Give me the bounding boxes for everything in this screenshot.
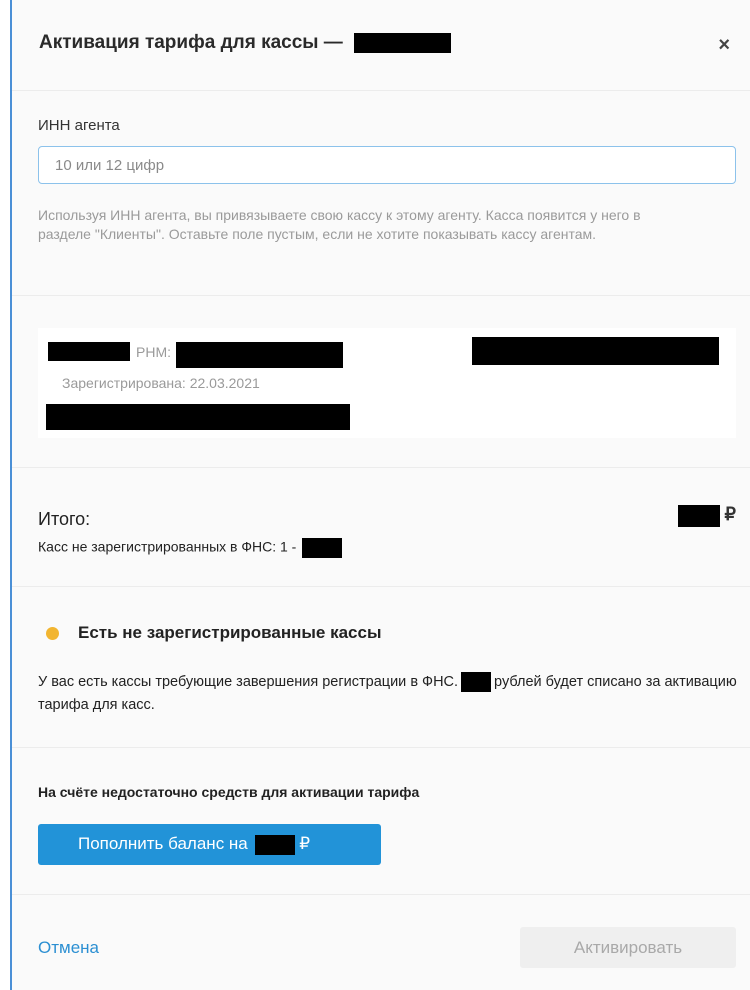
balance-section xyxy=(12,748,750,895)
insufficient-funds-notice: На счёте недостаточно средств для актива… xyxy=(38,784,420,800)
total-amount: ₽ xyxy=(678,504,736,527)
redacted-device-address xyxy=(46,404,350,430)
modal-title: Активация тарифа для кассы — xyxy=(39,32,452,54)
cancel-link[interactable]: Отмена xyxy=(38,938,99,958)
redacted-device-info xyxy=(472,337,719,365)
topup-ruble-sign: ₽ xyxy=(299,834,311,854)
redacted-charge-amount xyxy=(461,672,492,693)
agent-inn-label: ИНН агента xyxy=(38,117,120,134)
agent-section xyxy=(12,90,750,296)
topup-label: Пополнить баланс на xyxy=(78,834,248,854)
redacted-unregistered-amount xyxy=(302,538,343,558)
redacted-total-value xyxy=(678,504,721,527)
agent-inn-input[interactable] xyxy=(38,146,736,184)
warning-section xyxy=(12,587,750,748)
agent-inn-hint: Используя ИНН агента, вы привязываете св… xyxy=(38,207,641,242)
close-icon[interactable]: × xyxy=(718,34,730,57)
redacted-rnm-value xyxy=(176,342,343,368)
modal-title-text: Активация тарифа для кассы — xyxy=(39,32,343,53)
ruble-sign: ₽ xyxy=(724,504,736,524)
warning-title: Есть не зарегистрированные кассы xyxy=(78,623,382,642)
activate-button[interactable]: Активировать xyxy=(520,927,736,968)
warning-dot-icon xyxy=(46,627,59,640)
total-section xyxy=(12,468,750,587)
rnm-label: РНМ: xyxy=(136,344,171,360)
modal-header: Активация тарифа для кассы — × xyxy=(12,0,750,91)
total-label: Итого: xyxy=(38,509,91,529)
device-card: РНМ: Зарегистрирована: 22.03.2021 xyxy=(38,328,736,438)
redacted-topup-amount xyxy=(254,834,295,855)
redacted-device-model xyxy=(48,342,130,361)
unregistered-count: Касс не зарегистрированных в ФНС: 1 - xyxy=(38,538,343,558)
warning-text-start: У вас есть кассы требующие завершения ре… xyxy=(38,674,459,690)
warning-text: У вас есть кассы требующие завершения ре… xyxy=(38,671,738,717)
registration-date: Зарегистрирована: 22.03.2021 xyxy=(62,375,260,391)
unregistered-count-text: Касс не зарегистрированных в ФНС: 1 - xyxy=(38,538,297,555)
redacted-cashbox-name xyxy=(354,32,452,53)
activation-modal: Активация тарифа для кассы — × ИНН агент… xyxy=(10,0,750,990)
topup-balance-button[interactable]: Пополнить баланс на ₽ xyxy=(38,824,381,865)
